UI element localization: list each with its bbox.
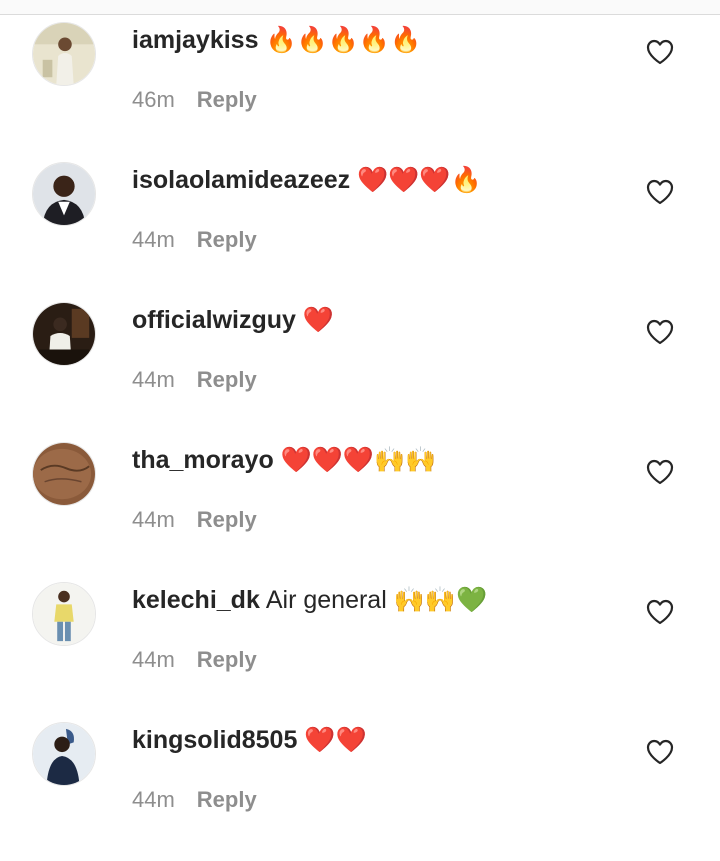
top-divider-bar bbox=[0, 0, 720, 15]
avatar-image bbox=[33, 303, 95, 365]
comment-emoji: ❤️❤️❤️🙌🙌 bbox=[280, 445, 437, 474]
avatar[interactable] bbox=[32, 442, 96, 506]
comment-item: kingsolid8505 ❤️❤️ 44m Reply bbox=[0, 715, 720, 855]
comment-timestamp: 46m bbox=[132, 87, 175, 112]
comment-emoji: ❤️❤️❤️🔥 bbox=[357, 165, 482, 194]
comment-timestamp: 44m bbox=[132, 647, 175, 672]
comment-emoji: ❤️❤️ bbox=[304, 725, 367, 754]
avatar[interactable] bbox=[32, 162, 96, 226]
comment-body: officialwizguy ❤️ bbox=[132, 304, 334, 336]
reply-button[interactable]: Reply bbox=[197, 87, 257, 112]
avatar-image bbox=[33, 23, 95, 85]
avatar[interactable] bbox=[32, 582, 96, 646]
comment-username[interactable]: kelechi_dk bbox=[132, 586, 260, 614]
comment-item: officialwizguy ❤️ 44m Reply bbox=[0, 295, 720, 435]
comment-body: isolaolamideazeez ❤️❤️❤️🔥 bbox=[132, 164, 482, 196]
reply-button[interactable]: Reply bbox=[197, 787, 257, 812]
avatar[interactable] bbox=[32, 302, 96, 366]
comment-item: kelechi_dk Air general 🙌🙌💚 44m Reply bbox=[0, 575, 720, 715]
like-button[interactable] bbox=[646, 599, 674, 625]
comment-username[interactable]: iamjaykiss bbox=[132, 26, 259, 54]
avatar-image bbox=[33, 723, 95, 785]
avatar[interactable] bbox=[32, 22, 96, 86]
comment-meta: 44m Reply bbox=[132, 645, 257, 675]
like-button[interactable] bbox=[646, 459, 674, 485]
comment-body: kingsolid8505 ❤️❤️ bbox=[132, 724, 367, 756]
like-button[interactable] bbox=[646, 739, 674, 765]
like-button[interactable] bbox=[646, 179, 674, 205]
reply-button[interactable]: Reply bbox=[197, 647, 257, 672]
heart-outline-icon bbox=[646, 739, 674, 765]
reply-button[interactable]: Reply bbox=[197, 227, 257, 252]
comment-meta: 44m Reply bbox=[132, 505, 257, 535]
reply-button[interactable]: Reply bbox=[197, 367, 257, 392]
comment-meta: 44m Reply bbox=[132, 785, 257, 815]
comment-body: iamjaykiss 🔥🔥🔥🔥🔥 bbox=[132, 24, 421, 56]
comment-username[interactable]: tha_morayo bbox=[132, 446, 274, 474]
like-button[interactable] bbox=[646, 319, 674, 345]
comment-body: kelechi_dk Air general 🙌🙌💚 bbox=[132, 584, 487, 616]
heart-outline-icon bbox=[646, 39, 674, 65]
comment-text: Air general bbox=[265, 586, 387, 614]
comment-meta: 44m Reply bbox=[132, 225, 257, 255]
comment-emoji: 🙌🙌💚 bbox=[393, 585, 488, 614]
comment-emoji: ❤️ bbox=[302, 305, 334, 334]
comment-item: isolaolamideazeez ❤️❤️❤️🔥 44m Reply bbox=[0, 155, 720, 295]
avatar[interactable] bbox=[32, 722, 96, 786]
heart-outline-icon bbox=[646, 599, 674, 625]
comment-item: tha_morayo ❤️❤️❤️🙌🙌 44m Reply bbox=[0, 435, 720, 575]
comment-username[interactable]: officialwizguy bbox=[132, 306, 296, 334]
heart-outline-icon bbox=[646, 319, 674, 345]
comment-timestamp: 44m bbox=[132, 367, 175, 392]
comment-timestamp: 44m bbox=[132, 227, 175, 252]
comment-timestamp: 44m bbox=[132, 787, 175, 812]
comment-meta: 46m Reply bbox=[132, 85, 257, 115]
comment-item: iamjaykiss 🔥🔥🔥🔥🔥 46m Reply bbox=[0, 15, 720, 155]
comment-list: iamjaykiss 🔥🔥🔥🔥🔥 46m Reply isolaolamideaz… bbox=[0, 15, 720, 855]
avatar-image bbox=[33, 443, 95, 505]
heart-outline-icon bbox=[646, 179, 674, 205]
like-button[interactable] bbox=[646, 39, 674, 65]
comment-username[interactable]: kingsolid8505 bbox=[132, 726, 297, 754]
comment-timestamp: 44m bbox=[132, 507, 175, 532]
comment-meta: 44m Reply bbox=[132, 365, 257, 395]
heart-outline-icon bbox=[646, 459, 674, 485]
reply-button[interactable]: Reply bbox=[197, 507, 257, 532]
avatar-image bbox=[33, 163, 95, 225]
comment-body: tha_morayo ❤️❤️❤️🙌🙌 bbox=[132, 444, 436, 476]
avatar-image bbox=[33, 583, 95, 645]
comment-username[interactable]: isolaolamideazeez bbox=[132, 166, 350, 194]
comment-emoji: 🔥🔥🔥🔥🔥 bbox=[265, 25, 422, 54]
